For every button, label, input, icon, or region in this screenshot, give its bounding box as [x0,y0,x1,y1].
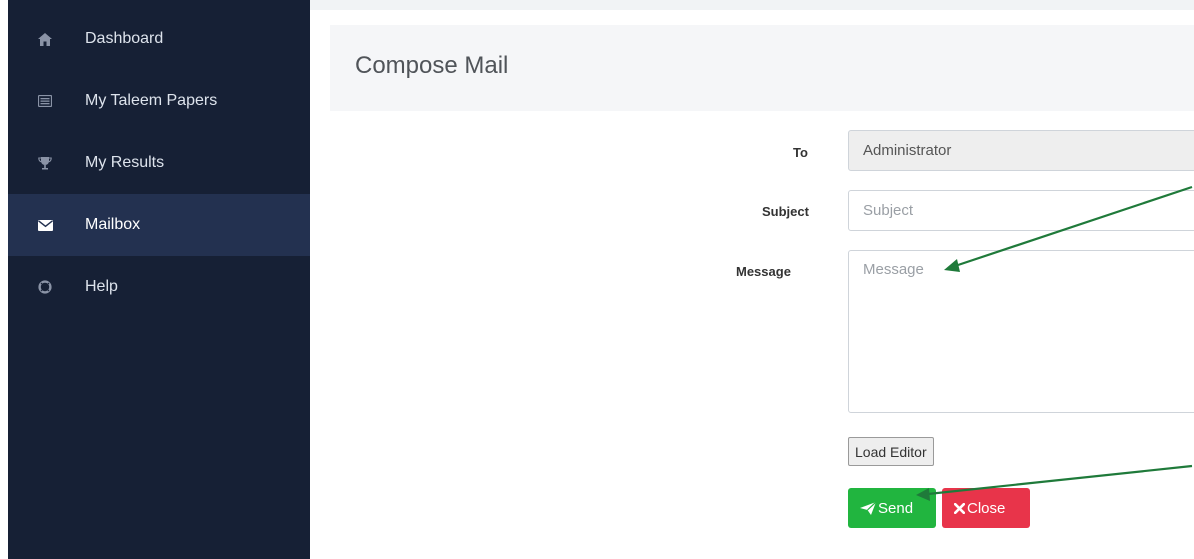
main-top-border [310,0,1194,10]
sidebar-item-label: Help [85,278,118,295]
send-label: Send [878,499,914,517]
trophy-icon [37,155,53,171]
sidebar-item-help[interactable]: Help [8,256,310,318]
to-value: Administrator [863,142,952,159]
sidebar-item-my-taleem-papers[interactable]: My Taleem Papers [8,70,310,132]
send-button[interactable]: Send [848,488,936,528]
home-icon [37,31,53,47]
sidebar-item-label: My Results [85,154,165,171]
message-label: Message [736,264,791,279]
page: Dashboard My Taleem Papers My Results Ma… [0,0,1194,559]
envelope-icon [37,217,53,233]
close-button[interactable]: Close [942,488,1030,528]
sidebar-item-label: My Taleem Papers [85,92,218,109]
page-title: Compose Mail [355,52,509,79]
message-textarea[interactable] [848,250,1194,413]
subject-label: Subject [762,204,809,219]
to-label: To [793,145,808,160]
sidebar-item-my-results[interactable]: My Results [8,132,310,194]
load-editor-button[interactable]: Load Editor [848,437,934,466]
sidebar-item-label: Dashboard [85,30,164,47]
paper-plane-icon [860,501,876,515]
sidebar-item-mailbox[interactable]: Mailbox [8,194,310,256]
close-label: Close [967,499,1006,517]
close-icon [954,502,965,514]
life-ring-icon [37,279,53,295]
list-icon [37,93,53,109]
compose-header: Compose Mail [330,25,1194,111]
sidebar: Dashboard My Taleem Papers My Results Ma… [8,0,310,559]
left-edge [0,0,8,559]
sidebar-item-label: Mailbox [85,216,141,233]
sidebar-item-dashboard[interactable]: Dashboard [8,8,310,70]
to-field: Administrator [848,130,1194,171]
subject-input[interactable] [848,190,1194,231]
